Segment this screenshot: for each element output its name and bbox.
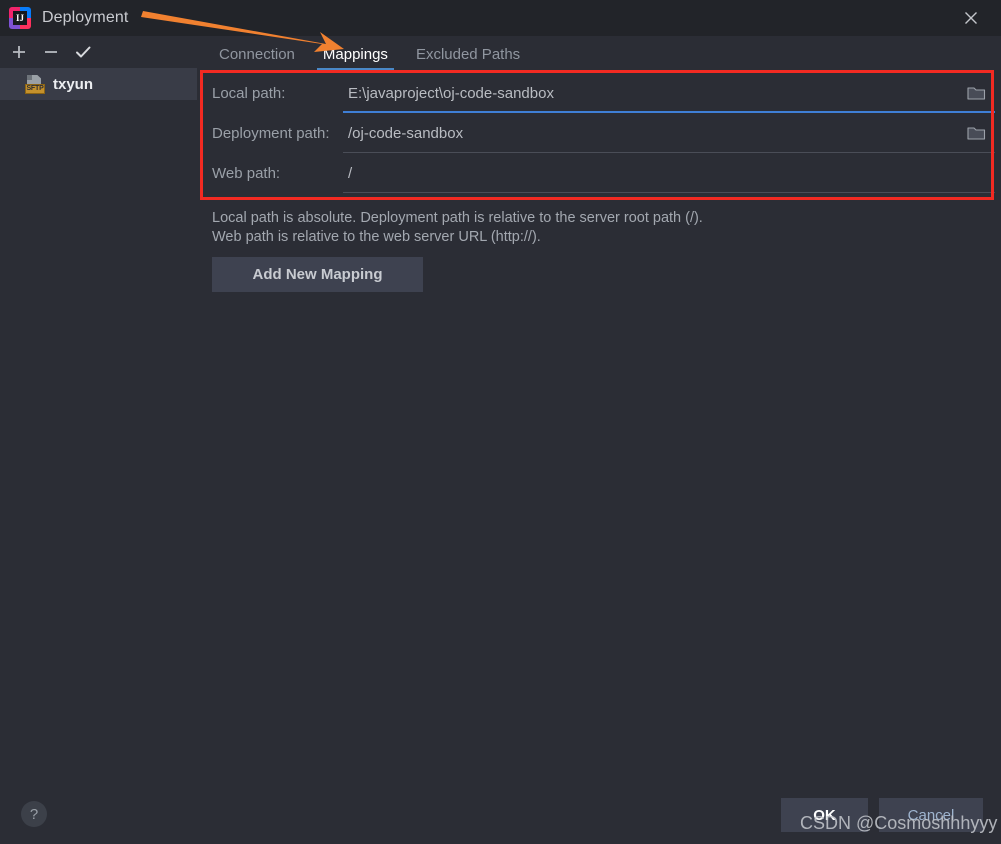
sidebar-item-txyun[interactable]: SFTP txyun [0,68,197,100]
logo-letters: IJ [13,11,27,25]
local-path-folder-icon[interactable] [961,81,991,105]
deployment-path-row: Deployment path: /oj-code-sandbox [203,113,995,153]
sidebar-item-label: txyun [53,75,94,93]
deployment-path-input[interactable]: /oj-code-sandbox [343,125,961,142]
mappings-hint: Local path is absolute. Deployment path … [212,209,912,247]
deployment-path-folder-icon[interactable] [961,121,991,145]
mappings-form: Local path: E:\javaproject\oj-code-sandb… [203,73,995,200]
web-path-underline [343,192,995,193]
web-path-label: Web path: [212,164,281,182]
add-new-mapping-button[interactable]: Add New Mapping [212,257,423,292]
sftp-badge-label: SFTP [25,83,45,94]
tab-connection[interactable]: Connection [205,46,309,70]
deployment-dialog: IJ Deployment SFTP txyun Connection Mapp… [0,0,1001,844]
local-path-row: Local path: E:\javaproject\oj-code-sandb… [203,73,995,113]
tab-mappings[interactable]: Mappings [309,46,402,70]
local-path-input[interactable]: E:\javaproject\oj-code-sandbox [343,85,961,102]
tab-bar: Connection Mappings Excluded Paths [197,36,1001,70]
close-icon[interactable] [949,3,993,33]
plus-icon[interactable] [6,39,32,65]
web-path-spacer [961,161,991,185]
window-title: Deployment [42,9,129,26]
web-path-row: Web path: / [203,153,995,193]
intellij-logo-icon: IJ [9,7,31,29]
tab-excluded-paths[interactable]: Excluded Paths [402,46,534,70]
server-list: SFTP txyun [0,68,197,844]
help-button[interactable]: ? [21,801,47,827]
watermark-text: CSDN @Cosmoshhhyyy [800,813,998,833]
hint-line-1: Local path is absolute. Deployment path … [212,210,703,226]
minus-icon[interactable] [38,39,64,65]
hint-line-2: Web path is relative to the web server U… [212,229,541,245]
local-path-label: Local path: [212,84,286,102]
deployment-path-label: Deployment path: [212,124,330,142]
sftp-server-icon: SFTP [25,74,45,94]
web-path-input[interactable]: / [343,165,961,182]
title-bar: IJ Deployment [0,0,1001,36]
checkmark-icon[interactable] [70,39,96,65]
sidebar-toolbar [0,36,197,68]
